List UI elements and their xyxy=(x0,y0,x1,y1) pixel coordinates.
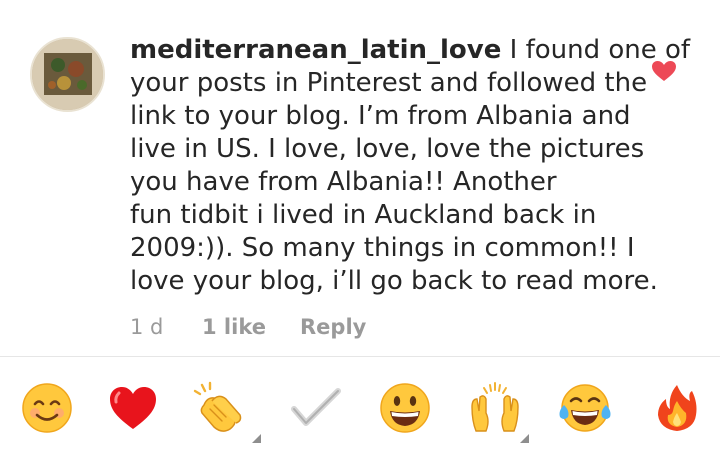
avatar-image xyxy=(32,39,103,110)
comment-username[interactable]: mediterranean_latin_love xyxy=(130,35,501,65)
skin-tone-indicator-icon xyxy=(252,434,261,443)
reply-button[interactable]: Reply xyxy=(300,315,366,339)
comment-line: link to your blog. I’m from Albania and xyxy=(130,101,631,131)
comment-meta: 1 d 1 like Reply xyxy=(130,312,366,342)
comment-line: love your blog, i’ll go back to read mor… xyxy=(130,266,658,296)
comment-line: your posts in Pinterest and followed the xyxy=(130,68,648,98)
comment: mediterranean_latin_love I found one of … xyxy=(0,0,720,356)
comment-line: live in US. I love, love, love the pictu… xyxy=(130,134,645,164)
comment-line: you have from Albania!! Another xyxy=(130,167,557,197)
avatar[interactable] xyxy=(30,37,105,112)
comment-line: 2009:)). So many things in common!! I xyxy=(130,233,635,263)
skin-tone-indicator-icon xyxy=(520,434,529,443)
grinning-face-icon[interactable] xyxy=(376,379,434,437)
comment-timestamp: 1 d xyxy=(130,315,164,339)
comment-line: mediterranean_latin_love I found one of xyxy=(130,34,690,67)
quick-reaction-bar xyxy=(0,357,720,456)
fire-icon[interactable] xyxy=(648,379,706,437)
like-heart-icon[interactable] xyxy=(651,60,677,82)
comment-text: mediterranean_latin_love I found one of … xyxy=(130,34,690,298)
comment-likes-count[interactable]: 1 like xyxy=(202,315,300,339)
clapping-hands-icon[interactable] xyxy=(190,379,248,437)
red-heart-icon[interactable] xyxy=(104,379,162,437)
raising-hands-icon[interactable] xyxy=(466,379,524,437)
smiling-face-icon[interactable] xyxy=(18,379,76,437)
check-mark-icon[interactable] xyxy=(286,379,344,437)
tears-of-joy-face-icon[interactable] xyxy=(556,379,614,437)
comment-line: fun tidbit i lived in Auckland back in xyxy=(130,200,597,230)
